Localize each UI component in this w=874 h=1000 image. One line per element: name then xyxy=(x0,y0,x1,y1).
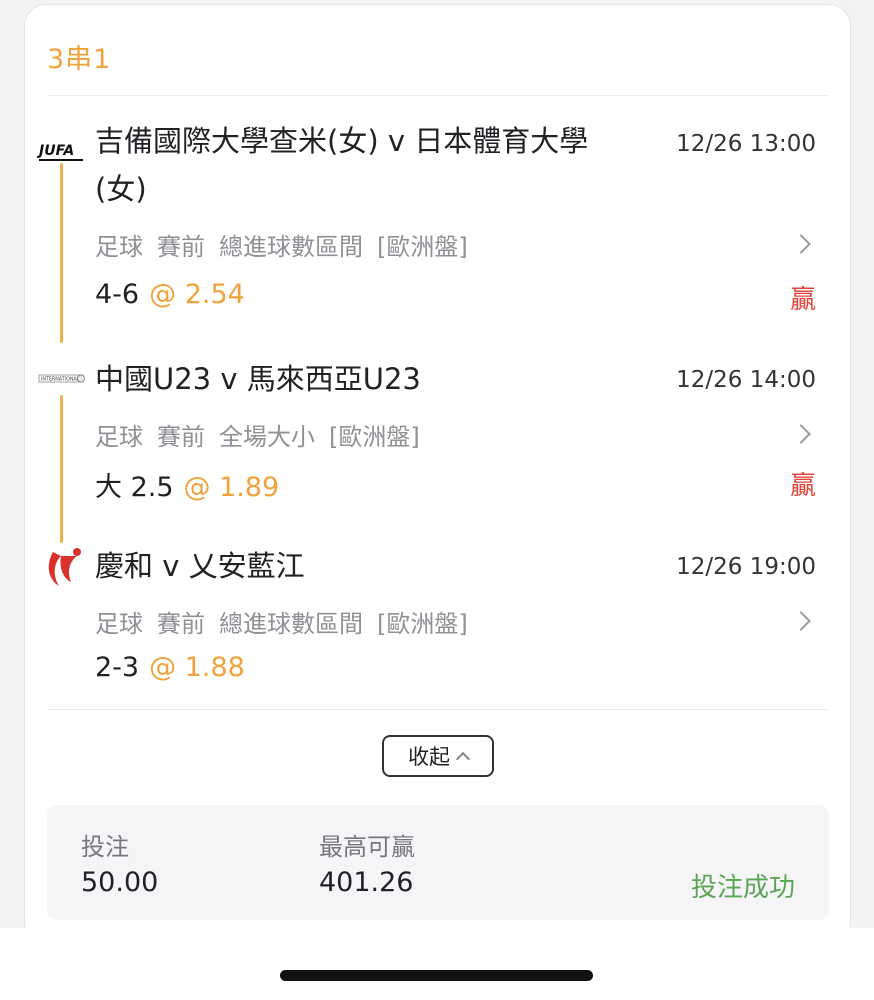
odds-value: @ 2.54 xyxy=(149,279,245,310)
svg-text:JUFA: JUFA xyxy=(37,143,74,159)
market-label: 總進球數區間 xyxy=(219,233,363,261)
collapse-label: 收起 xyxy=(408,745,450,769)
parlay-title: 3串1 xyxy=(47,44,112,75)
odds-value: @ 1.89 xyxy=(183,472,280,503)
bottom-safe-area xyxy=(0,928,874,1000)
market-label: 總進球數區間 xyxy=(219,610,363,638)
match-teams: 吉備國際大學查米(女) v 日本體育大學(女) xyxy=(95,124,589,206)
international-logo-icon: INTERNATIONAL xyxy=(37,359,87,395)
selection: 2-3 @ 1.88 xyxy=(95,652,245,683)
odds-type-label: [歐洲盤] xyxy=(377,610,468,638)
leg-connector xyxy=(60,163,63,343)
divider xyxy=(47,95,828,96)
result-badge: 贏 xyxy=(789,285,816,315)
divider xyxy=(47,709,828,710)
stage-label: 賽前 xyxy=(157,233,205,261)
selection-value: 4-6 xyxy=(95,279,140,310)
selection: 大 2.5 @ 1.89 xyxy=(95,465,279,504)
odds-type-label: [歐洲盤] xyxy=(329,423,420,451)
max-win-label: 最高可贏 xyxy=(319,833,415,861)
match-teams: 中國U23 v 馬來西亞U23 xyxy=(95,362,421,396)
selection-value: 大 2.5 xyxy=(95,472,174,503)
odds-value: @ 1.88 xyxy=(149,652,245,683)
chevron-up-icon xyxy=(455,751,471,767)
selection: 4-6 @ 2.54 xyxy=(95,279,245,310)
sport-label: 足球 xyxy=(95,610,143,638)
odds-type-label: [歐洲盤] xyxy=(377,233,468,261)
result-badge: 贏 xyxy=(789,471,816,501)
chevron-right-icon[interactable] xyxy=(791,611,811,631)
chevron-right-icon[interactable] xyxy=(791,234,811,254)
club-logo-icon xyxy=(37,542,87,586)
leg-connector xyxy=(60,395,63,543)
match-time: 12/26 19:00 xyxy=(676,554,816,580)
home-indicator[interactable] xyxy=(280,970,593,981)
stake-label: 投注 xyxy=(81,833,129,861)
market-label: 全場大小 xyxy=(219,423,315,451)
match-time: 12/26 13:00 xyxy=(676,131,816,157)
sport-label: 足球 xyxy=(95,233,143,261)
chevron-right-icon[interactable] xyxy=(791,424,811,444)
jufa-logo-icon: JUFA xyxy=(36,129,87,165)
collapse-button[interactable]: 收起 xyxy=(382,735,494,777)
selection-value: 2-3 xyxy=(95,652,140,683)
bet-summary: 投注 50.00 最高可贏 401.26 投注成功 xyxy=(47,805,829,920)
sport-label: 足球 xyxy=(95,423,143,451)
stage-label: 賽前 xyxy=(157,610,205,638)
match-time: 12/26 14:00 xyxy=(676,367,816,393)
stake-value: 50.00 xyxy=(81,867,159,898)
bet-card: 3串1 JUFA 吉備國際大學查米(女) v 日本體育大學(女) 12/26 1… xyxy=(24,4,851,944)
market-info: 足球 賽前 總進球數區間 [歐洲盤] xyxy=(95,604,482,639)
max-win-value: 401.26 xyxy=(319,867,414,898)
stage-label: 賽前 xyxy=(157,423,205,451)
market-info: 足球 賽前 全場大小 [歐洲盤] xyxy=(95,417,434,452)
match-teams: 慶和 v 乂安藍江 xyxy=(95,549,305,583)
market-info: 足球 賽前 總進球數區間 [歐洲盤] xyxy=(95,227,482,262)
svg-text:INTERNATIONAL: INTERNATIONAL xyxy=(41,377,80,383)
bet-status: 投注成功 xyxy=(690,873,795,903)
